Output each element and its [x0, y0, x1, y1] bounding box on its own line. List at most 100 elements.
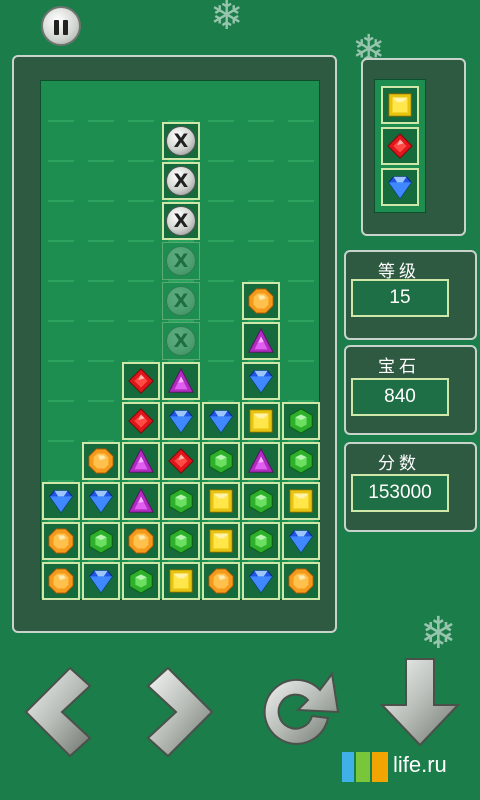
- board-cell-yellow: [202, 522, 240, 560]
- grid-line: [128, 280, 154, 282]
- grid-line: [88, 120, 114, 122]
- board-cell-purple: [122, 482, 160, 520]
- x-block-icon: X: [166, 326, 196, 356]
- board-cell-blue: [242, 562, 280, 600]
- grid-line: [288, 120, 314, 122]
- arrow-right-icon: [146, 666, 214, 758]
- orange-gem-icon: [48, 528, 74, 554]
- falling-piece-cell: X: [162, 162, 200, 200]
- x-block-icon: X: [166, 166, 196, 196]
- board-cell-green: [122, 562, 160, 600]
- grid-line: [88, 320, 114, 322]
- yellow-gem-icon: [289, 489, 313, 513]
- board-cell-green: [282, 442, 320, 480]
- board-cell-blue: [162, 402, 200, 440]
- snowflake-icon: ❄: [210, 0, 244, 39]
- blue-gem-icon: [249, 370, 273, 394]
- grid-line: [48, 240, 74, 242]
- grid-line: [48, 160, 74, 162]
- x-block-icon: X: [166, 286, 196, 316]
- grid-line: [288, 280, 314, 282]
- board-cell-purple: [242, 322, 280, 360]
- purple-gem-icon: [248, 447, 274, 473]
- board-cell-red: [162, 442, 200, 480]
- rotate-button[interactable]: [248, 660, 348, 760]
- grid-line: [248, 160, 274, 162]
- next-piece-preview: [374, 79, 426, 213]
- grid-line: [88, 240, 114, 242]
- ghost-piece-cell: X: [162, 282, 200, 320]
- orange-gem-icon: [128, 528, 154, 554]
- board-cell-purple: [242, 442, 280, 480]
- yellow-gem-icon: [209, 529, 233, 553]
- grid-line: [48, 320, 74, 322]
- blue-gem-icon: [169, 410, 193, 434]
- board-cell-blue: [42, 482, 80, 520]
- grid-line: [128, 160, 154, 162]
- move-left-button[interactable]: [18, 660, 118, 760]
- green-gem-icon: [289, 408, 313, 434]
- board-cell-green: [242, 482, 280, 520]
- board-cell-orange: [42, 562, 80, 600]
- pause-button[interactable]: [41, 6, 81, 46]
- grid-line: [288, 320, 314, 322]
- watermark-text: life.ru: [393, 752, 447, 777]
- yellow-gem-icon: [388, 93, 412, 117]
- snowflake-icon: ❄: [420, 608, 457, 659]
- board-cell-green: [242, 522, 280, 560]
- grid-line: [48, 280, 74, 282]
- falling-piece-cell: X: [162, 122, 200, 160]
- purple-gem-icon: [168, 367, 194, 393]
- orange-gem-icon: [208, 568, 234, 594]
- grid-line: [128, 240, 154, 242]
- orange-gem-icon: [88, 448, 114, 474]
- red-gem-icon: [387, 133, 413, 159]
- move-right-button[interactable]: [128, 660, 228, 760]
- grid-line: [48, 400, 74, 402]
- board-cell-purple: [122, 442, 160, 480]
- next-piece-cell-red: [381, 127, 419, 165]
- grid-line: [288, 200, 314, 202]
- grid-line: [288, 240, 314, 242]
- x-block-icon: X: [166, 246, 196, 276]
- x-block-icon: X: [166, 206, 196, 236]
- grid-line: [288, 360, 314, 362]
- purple-gem-icon: [128, 487, 154, 513]
- grid-line: [88, 280, 114, 282]
- gems-value: 840: [351, 378, 449, 416]
- score-label: 分数: [378, 454, 420, 474]
- board-cell-yellow: [202, 482, 240, 520]
- grid-line: [48, 120, 74, 122]
- game-board[interactable]: XXXXXX: [40, 80, 320, 600]
- board-cell-green: [202, 442, 240, 480]
- grid-line: [208, 160, 234, 162]
- blue-gem-icon: [89, 570, 113, 594]
- orange-gem-icon: [248, 288, 274, 314]
- green-gem-icon: [209, 448, 233, 474]
- gems-label: 宝石: [378, 357, 420, 377]
- green-gem-icon: [129, 568, 153, 594]
- board-cell-green: [162, 482, 200, 520]
- green-gem-icon: [89, 528, 113, 554]
- grid-line: [88, 400, 114, 402]
- green-gem-icon: [289, 448, 313, 474]
- grid-line: [248, 200, 274, 202]
- grid-line: [248, 120, 274, 122]
- board-cell-green: [162, 522, 200, 560]
- board-cell-orange: [242, 282, 280, 320]
- grid-line: [128, 200, 154, 202]
- level-value: 15: [351, 279, 449, 317]
- x-block-icon: X: [166, 126, 196, 156]
- board-cell-orange: [122, 522, 160, 560]
- board-cell-blue: [202, 402, 240, 440]
- drop-button[interactable]: [370, 655, 470, 755]
- board-cell-orange: [202, 562, 240, 600]
- rotate-icon: [263, 671, 340, 745]
- green-gem-icon: [169, 528, 193, 554]
- ghost-piece-cell: X: [162, 322, 200, 360]
- board-cell-orange: [82, 442, 120, 480]
- arrow-down-icon: [379, 658, 461, 747]
- red-gem-icon: [168, 448, 194, 474]
- board-cell-purple: [162, 362, 200, 400]
- grid-line: [88, 360, 114, 362]
